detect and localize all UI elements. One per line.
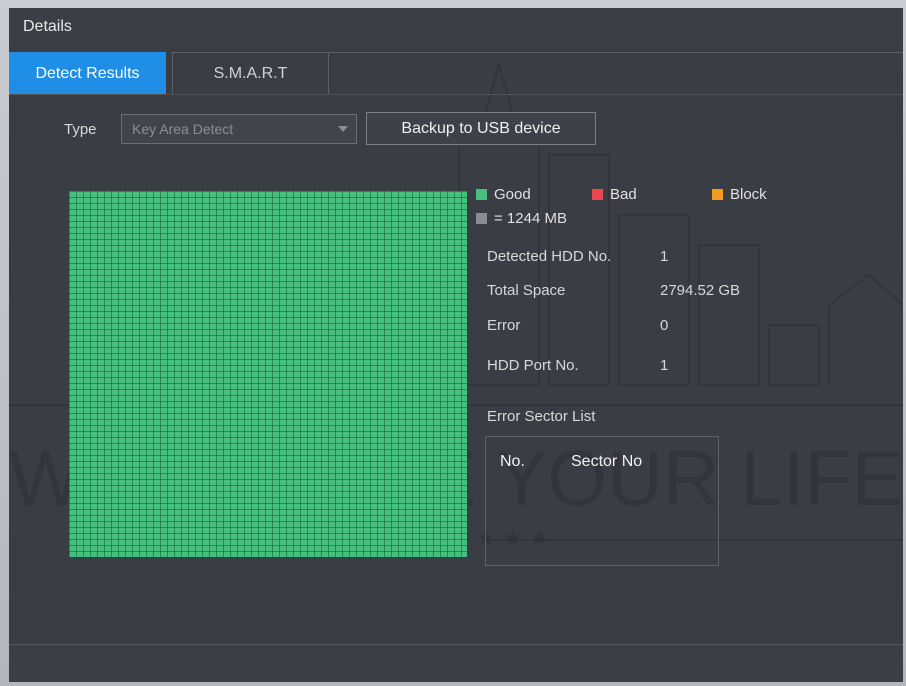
type-label: Type (64, 121, 97, 138)
unit-swatch (476, 213, 487, 224)
error-value: 0 (660, 317, 669, 334)
total-space-label: Total Space (487, 282, 566, 299)
block-swatch (712, 189, 723, 200)
error-sector-table[interactable]: No. Sector No (485, 436, 719, 566)
window-title: Details (9, 8, 903, 45)
detected-hdd-value: 1 (660, 248, 669, 265)
sector-map-grid (69, 191, 467, 557)
legend-block: Block (712, 186, 767, 203)
legend-block-label: Block (730, 186, 767, 203)
hdd-port-label: HDD Port No. (487, 357, 579, 374)
good-swatch (476, 189, 487, 200)
legend-unit: = 1244 MB (476, 210, 567, 227)
details-window: WE SECURE YOUR LIFE ★ ★ ★ ★ ★ ★ ★ Detail… (9, 8, 903, 682)
column-header-no: No. (500, 453, 525, 470)
chevron-down-icon (338, 126, 348, 132)
legend-good-label: Good (494, 186, 531, 203)
tab-detect-results[interactable]: Detect Results (9, 52, 166, 94)
error-label: Error (487, 317, 521, 334)
legend-bad: Bad (592, 186, 637, 203)
legend-bad-label: Bad (610, 186, 637, 203)
tab-bar: Detect Results S.M.A.R.T (9, 45, 903, 95)
error-sector-list-title: Error Sector List (487, 408, 596, 425)
backup-to-usb-button[interactable]: Backup to USB device (366, 112, 596, 145)
tab-bar-filler (329, 52, 903, 94)
bad-swatch (592, 189, 603, 200)
legend-good: Good (476, 186, 531, 203)
type-dropdown-value: Key Area Detect (132, 121, 234, 137)
footer-bar (9, 644, 903, 682)
detected-hdd-label: Detected HDD No. (487, 248, 612, 265)
hdd-port-value: 1 (660, 357, 669, 374)
type-dropdown[interactable]: Key Area Detect (121, 114, 357, 144)
legend-unit-label: = 1244 MB (494, 210, 567, 227)
tab-smart[interactable]: S.M.A.R.T (172, 52, 329, 94)
total-space-value: 2794.52 GB (660, 282, 741, 299)
column-header-sector-no: Sector No (571, 453, 643, 470)
